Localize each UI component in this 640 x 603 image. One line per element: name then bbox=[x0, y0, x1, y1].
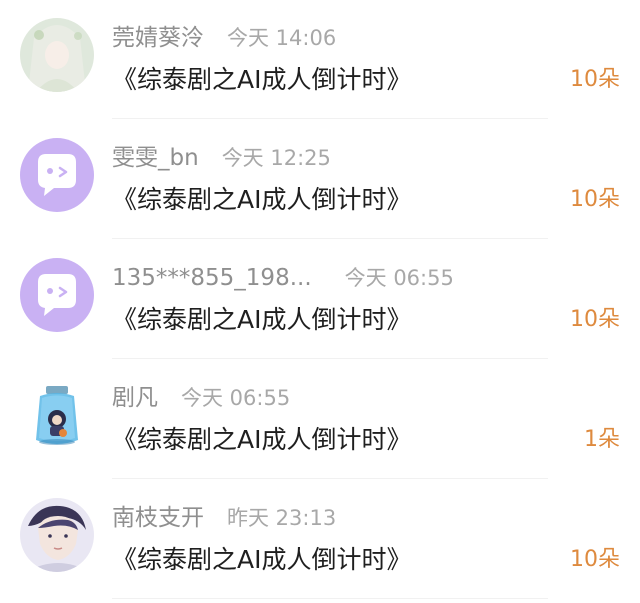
username[interactable]: 135***855_198... bbox=[112, 265, 312, 291]
list-item[interactable]: 莞婧葵泠 今天 14:06 《综泰剧之AI成人倒计时》 10朵 bbox=[0, 0, 640, 120]
username[interactable]: 剧凡 bbox=[112, 385, 158, 411]
gift-count: 10朵 bbox=[570, 187, 620, 212]
record-meta: 雯雯_bn 今天 12:25 bbox=[112, 141, 331, 175]
anime-girl-avatar-icon bbox=[20, 18, 94, 92]
book-title[interactable]: 《综泰剧之AI成人倒计时》 bbox=[112, 182, 411, 218]
book-title[interactable]: 《综泰剧之AI成人倒计时》 bbox=[112, 422, 411, 458]
list-item[interactable]: 剧凡 今天 06:55 《综泰剧之AI成人倒计时》 1朵 bbox=[0, 360, 640, 480]
avatar[interactable] bbox=[20, 18, 94, 92]
record-meta: 南枝支开 昨天 23:13 bbox=[112, 501, 336, 535]
list-item[interactable]: 雯雯_bn 今天 12:25 《综泰剧之AI成人倒计时》 10朵 bbox=[0, 120, 640, 240]
divider bbox=[112, 478, 548, 479]
divider bbox=[112, 598, 548, 599]
avatar[interactable] bbox=[20, 258, 94, 332]
avatar[interactable] bbox=[20, 378, 94, 452]
record-meta: 135***855_198... 今天 06:55 bbox=[112, 261, 454, 295]
gift-record-list: 莞婧葵泠 今天 14:06 《综泰剧之AI成人倒计时》 10朵 雯雯_bn 今天… bbox=[0, 0, 640, 603]
username[interactable]: 南枝支开 bbox=[112, 505, 204, 531]
divider bbox=[112, 238, 548, 239]
gift-count: 10朵 bbox=[570, 67, 620, 92]
book-title[interactable]: 《综泰剧之AI成人倒计时》 bbox=[112, 302, 411, 338]
gift-count: 10朵 bbox=[570, 547, 620, 572]
record-meta: 莞婧葵泠 今天 14:06 bbox=[112, 21, 336, 55]
gift-count: 10朵 bbox=[570, 307, 620, 332]
list-item[interactable]: 南枝支开 昨天 23:13 《综泰剧之AI成人倒计时》 10朵 bbox=[0, 480, 640, 600]
book-title[interactable]: 《综泰剧之AI成人倒计时》 bbox=[112, 542, 411, 578]
timestamp: 昨天 23:13 bbox=[227, 506, 337, 530]
record-meta: 剧凡 今天 06:55 bbox=[112, 381, 290, 415]
avatar[interactable] bbox=[20, 138, 94, 212]
timestamp: 今天 14:06 bbox=[227, 26, 337, 50]
portrait-avatar-icon bbox=[20, 498, 94, 572]
gift-count: 1朵 bbox=[584, 427, 620, 452]
username[interactable]: 莞婧葵泠 bbox=[112, 25, 204, 51]
bottle-character-avatar-icon bbox=[20, 378, 94, 452]
list-item[interactable]: 135***855_198... 今天 06:55 《综泰剧之AI成人倒计时》 … bbox=[0, 240, 640, 360]
timestamp: 今天 12:25 bbox=[221, 146, 331, 170]
timestamp: 今天 06:55 bbox=[344, 266, 454, 290]
divider bbox=[112, 358, 548, 359]
chat-bubble-avatar-icon bbox=[20, 138, 94, 212]
book-title[interactable]: 《综泰剧之AI成人倒计时》 bbox=[112, 62, 411, 98]
timestamp: 今天 06:55 bbox=[181, 386, 291, 410]
divider bbox=[112, 118, 548, 119]
username[interactable]: 雯雯_bn bbox=[112, 145, 199, 171]
avatar[interactable] bbox=[20, 498, 94, 572]
chat-bubble-avatar-icon bbox=[20, 258, 94, 332]
